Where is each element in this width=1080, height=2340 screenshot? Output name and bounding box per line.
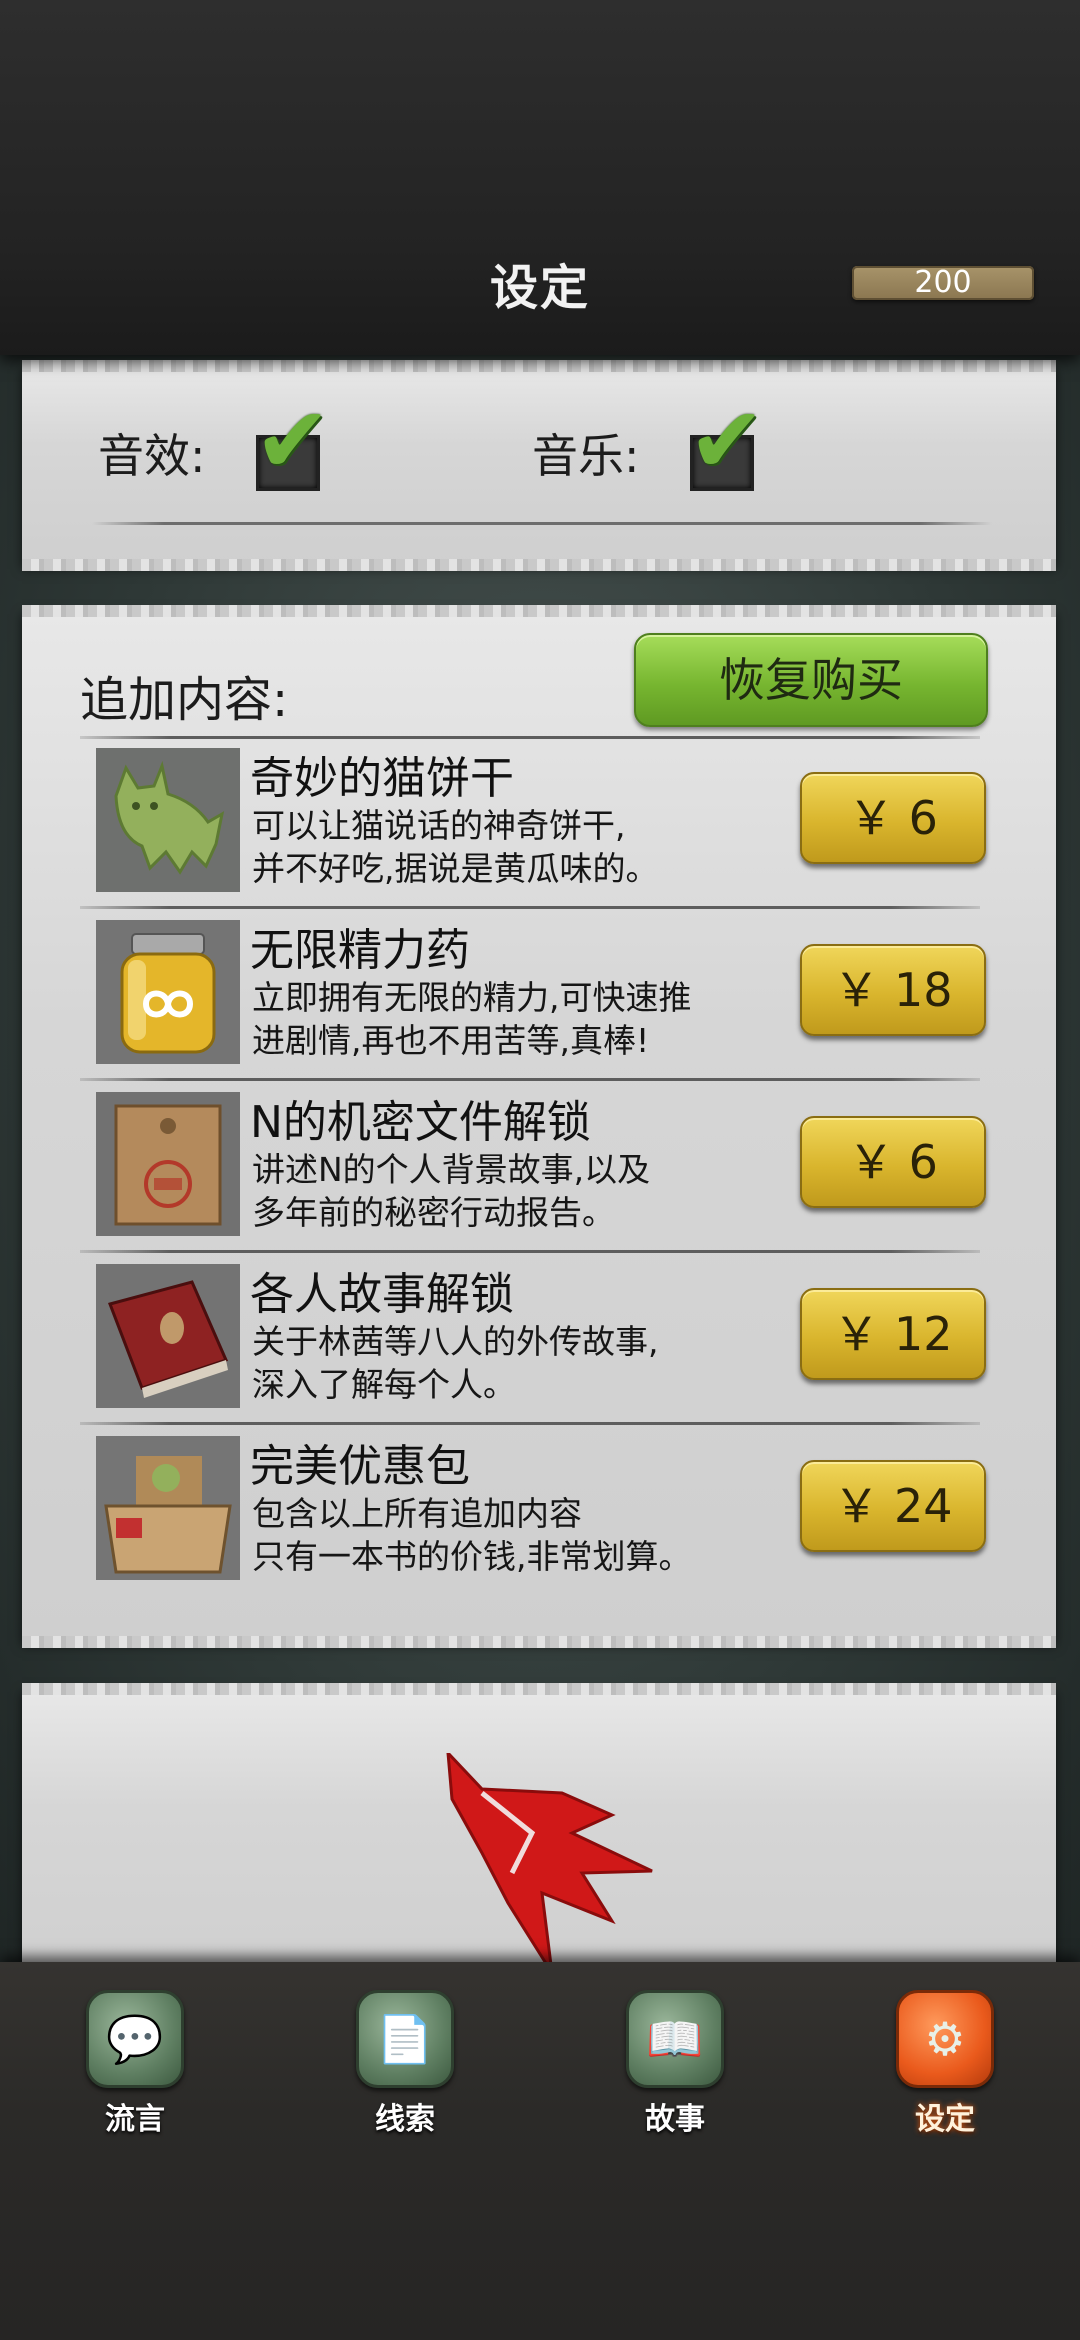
paper-torn-edge — [22, 360, 1056, 372]
story-book-icon: 📖 — [626, 1990, 724, 2088]
tab-settings[interactable]: ⚙ 设定 — [890, 1990, 1000, 2138]
item-desc-line: 讲述N的个人背景故事,以及 — [252, 1150, 651, 1189]
tab-label: 流言 — [105, 2102, 165, 2137]
tab-stories[interactable]: 📖 故事 — [620, 1990, 730, 2138]
chat-bubble-icon: 💬 — [86, 1990, 184, 2088]
item-description: 包含以上所有追加内容只有一本书的价钱,非常划算。 — [252, 1492, 692, 1578]
gear-icon: ⚙ — [896, 1990, 994, 2088]
store-item-cat-cookie: 奇妙的猫饼干 可以让猫说话的神奇饼干, 并不好吃,据说是黄瓜味的。 ￥ 6 — [96, 748, 996, 894]
item-desc-line: 只有一本书的价钱,非常划算。 — [252, 1537, 692, 1576]
gift-box-icon — [96, 1436, 240, 1580]
item-name: 奇妙的猫饼干 — [250, 753, 514, 804]
store-item-secret-file: N的机密文件解锁 讲述N的个人背景故事,以及 多年前的秘密行动报告。 ￥ 6 — [96, 1092, 996, 1238]
store-item-story-unlock: 各人故事解锁 关于林茜等八人的外传故事, 深入了解每个人。 ￥ 12 — [96, 1264, 996, 1410]
restore-purchase-button[interactable]: 恢复购买 — [634, 633, 988, 727]
music-check-icon: ✔ — [688, 387, 766, 494]
item-description: 立即拥有无限的精力,可快速推 进剧情,再也不用苦等,真棒! — [252, 976, 692, 1062]
secret-envelope-icon — [96, 1092, 240, 1236]
sound-check-icon: ✔ — [254, 387, 332, 494]
divider — [80, 736, 980, 739]
top-bar: 设定 200 — [0, 0, 1080, 355]
item-name: 完美优惠包 — [250, 1441, 470, 1492]
coin-counter: 200 — [852, 266, 1034, 300]
item-desc-line: 立即拥有无限的精力,可快速推 — [252, 978, 692, 1017]
price-button[interactable]: ￥ 6 — [800, 1116, 986, 1208]
potion-jar-icon — [96, 920, 240, 1064]
store-item-energy-potion: 无限精力药 立即拥有无限的精力,可快速推 进剧情,再也不用苦等,真棒! ￥ 18 — [96, 920, 996, 1066]
music-label: 音乐: — [532, 429, 640, 483]
wolf-logo-icon — [446, 1753, 653, 1974]
item-description: 关于林茜等八人的外传故事, 深入了解每个人。 — [252, 1320, 659, 1406]
divider — [80, 1422, 980, 1425]
item-name: 各人故事解锁 — [250, 1269, 514, 1320]
clue-paper-icon: 📄 — [356, 1990, 454, 2088]
price-button[interactable]: ￥ 24 — [800, 1460, 986, 1552]
paper-torn-edge — [22, 1683, 1056, 1695]
store-item-bundle: 完美优惠包 包含以上所有追加内容只有一本书的价钱,非常划算。 ￥ 24 — [96, 1436, 996, 1582]
item-desc-line: 进剧情,再也不用苦等,真棒! — [252, 1021, 650, 1060]
item-description: 可以让猫说话的神奇饼干, 并不好吃,据说是黄瓜味的。 — [252, 804, 659, 890]
item-desc-line: 多年前的秘密行动报告。 — [252, 1193, 615, 1232]
item-name: N的机密文件解锁 — [250, 1097, 591, 1148]
divider — [80, 1078, 980, 1081]
item-desc-line: 深入了解每个人。 — [252, 1365, 516, 1404]
paper-torn-edge — [22, 1636, 1056, 1648]
divider — [92, 522, 992, 525]
bottom-nav: 💬 流言 📄 线索 📖 故事 ⚙ 设定 — [0, 1962, 1080, 2340]
tab-label: 故事 — [645, 2102, 705, 2137]
price-button[interactable]: ￥ 12 — [800, 1288, 986, 1380]
price-button[interactable]: ￥ 6 — [800, 772, 986, 864]
item-desc-line: 并不好吃,据说是黄瓜味的。 — [252, 849, 659, 888]
paper-torn-edge — [22, 605, 1056, 617]
tab-clues[interactable]: 📄 线索 — [350, 1990, 460, 2138]
sound-label: 音效: — [98, 429, 206, 483]
paper-torn-edge — [22, 559, 1056, 571]
item-desc-line: 关于林茜等八人的外传故事, — [252, 1322, 659, 1361]
price-button[interactable]: ￥ 18 — [800, 944, 986, 1036]
item-description: 讲述N的个人背景故事,以及 多年前的秘密行动报告。 — [252, 1148, 650, 1234]
tab-rumors[interactable]: 💬 流言 — [80, 1990, 190, 2138]
divider — [80, 1250, 980, 1253]
logo-panel — [22, 1683, 1056, 1988]
divider — [80, 906, 980, 909]
cat-cookie-icon — [96, 748, 240, 892]
settings-panel: 音效: ✔ 音乐: ✔ — [22, 360, 1056, 571]
item-desc-line: 包含以上所有追加内容 — [252, 1494, 582, 1533]
extra-content-label: 追加内容: — [80, 672, 289, 728]
tab-label: 设定 — [915, 2102, 975, 2137]
item-name: 无限精力药 — [250, 925, 470, 976]
item-desc-line: 可以让猫说话的神奇饼干, — [252, 806, 626, 845]
red-book-icon — [96, 1264, 240, 1408]
tab-label: 线索 — [375, 2102, 435, 2137]
